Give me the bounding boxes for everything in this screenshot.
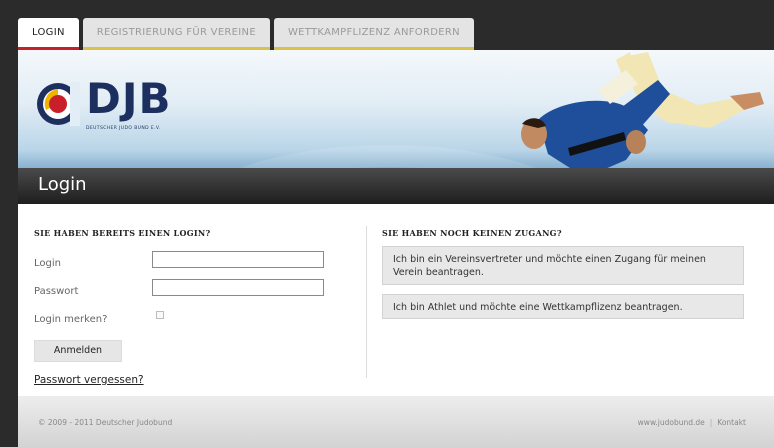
no-access-section-title: SIE HABEN NOCH KEINEN ZUGANG? — [382, 228, 562, 238]
logo-wordmark: DJB — [86, 74, 172, 123]
footer: © 2009 - 2011 Deutscher Judobund www.jud… — [18, 396, 774, 447]
remember-checkbox[interactable] — [156, 311, 164, 319]
tab-login[interactable]: LOGIN — [18, 18, 79, 50]
login-section-title: SIE HABEN BEREITS EINEN LOGIN? — [34, 228, 211, 238]
page-frame: DJB DEUTSCHER JUDO BUND E.V. Login SIE H… — [18, 50, 774, 447]
remember-label: Login merken? — [34, 314, 108, 325]
tab-vereinsregistrierung[interactable]: REGISTRIERUNG FÜR VEREINE — [82, 18, 270, 50]
djb-logo: DJB DEUTSCHER JUDO BUND E.V. — [34, 78, 172, 131]
no-access-section: SIE HABEN NOCH KEINEN ZUGANG? Ich bin ei… — [382, 204, 762, 319]
login-button[interactable]: Anmelden — [34, 340, 122, 362]
login-row: Login — [34, 250, 364, 278]
forgot-password-link[interactable]: Passwort vergessen? — [34, 374, 144, 386]
logo-subtitle: DEUTSCHER JUDO BUND E.V. — [86, 126, 161, 131]
footer-copyright: © 2009 - 2011 Deutscher Judobund — [38, 418, 173, 427]
password-input[interactable] — [152, 279, 324, 296]
login-title-bar: Login — [18, 168, 774, 204]
tab-wettkampflizenz[interactable]: WETTKAMPFLIZENZ ANFORDERN — [273, 18, 474, 50]
login-input[interactable] — [152, 251, 324, 268]
column-divider — [366, 226, 367, 378]
option-vereinsvertreter[interactable]: Ich bin ein Vereinsvertreter und möchte … — [382, 246, 744, 285]
header-banner: DJB DEUTSCHER JUDO BUND E.V. Login — [18, 50, 774, 204]
remember-row: Login merken? — [34, 306, 364, 334]
password-label: Passwort — [34, 286, 79, 297]
page-title: Login — [38, 174, 87, 195]
login-label: Login — [34, 258, 61, 269]
footer-links: www.judobund.de | Kontakt — [637, 418, 746, 427]
djb-emblem-icon — [37, 82, 80, 126]
top-tabs: LOGIN REGISTRIERUNG FÜR VEREINE WETTKAMP… — [18, 18, 478, 50]
footer-link-judobund[interactable]: www.judobund.de — [638, 418, 705, 427]
option-athlet[interactable]: Ich bin Athlet und möchte eine Wettkampf… — [382, 294, 744, 319]
main-content: SIE HABEN BEREITS EINEN LOGIN? Login Pas… — [18, 204, 774, 396]
login-form-section: SIE HABEN BEREITS EINEN LOGIN? Login Pas… — [34, 204, 364, 386]
password-row: Passwort — [34, 278, 364, 306]
footer-link-kontakt[interactable]: Kontakt — [717, 418, 746, 427]
